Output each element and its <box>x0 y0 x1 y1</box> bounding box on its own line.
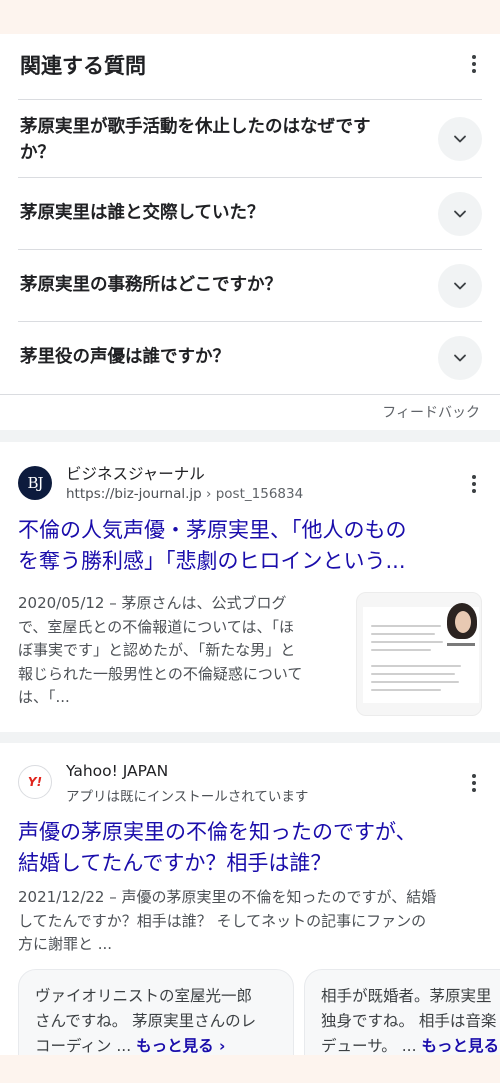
top-strip <box>0 0 500 34</box>
result-thumbnail[interactable] <box>356 592 482 716</box>
result-snippet: 2021/12/22 – 声優の茅原実里の不倫を知ったのですが、結婚 してたんで… <box>18 888 437 953</box>
search-result: Y! Yahoo! JAPAN アプリは既にインストールされています 声優の茅原… <box>0 743 500 1083</box>
question-text: 茅里役の声優は誰ですか？ <box>20 347 230 367</box>
result-title-link[interactable]: 声優の茅原実里の不倫を知ったのですが、 結婚してたんですか？相手は誰？ <box>18 817 480 879</box>
show-more-link[interactable]: もっと見る › <box>421 1037 500 1055</box>
related-questions-card: 関連する質問 茅原実里が歌手活動を休止したのはなぜです か？ 茅原実里は誰と交際し… <box>0 34 500 430</box>
result-title-link[interactable]: 不倫の人気声優・茅原実里、「他人のもの を奪う勝利感」「悲劇のヒロインという... <box>18 515 480 577</box>
chevron-down-icon[interactable] <box>438 117 482 161</box>
site-name[interactable]: Yahoo! JAPAN <box>66 762 168 780</box>
more-options-icon[interactable] <box>462 771 486 795</box>
chevron-down-icon[interactable] <box>438 192 482 236</box>
answer-text: 相手が既婚者。茅原実里 独身ですね。 相手は音楽 デューサ。 ... もっと見る… <box>321 984 500 1059</box>
bottom-strip <box>0 1055 500 1083</box>
divider <box>0 394 500 395</box>
site-favicon: BJ <box>18 466 52 500</box>
site-favicon: Y! <box>18 765 52 799</box>
question-item[interactable]: 茅里役の声優は誰ですか？ <box>18 321 482 394</box>
chevron-down-icon[interactable] <box>438 264 482 308</box>
site-url[interactable]: https://biz-journal.jp › post_156834 <box>66 486 303 502</box>
answer-text: ヴァイオリニストの室屋光一郎 さんですね。 茅原実里さんのレ コーディン ...… <box>35 987 257 1055</box>
question-text: 茅原実里の事務所はどこですか？ <box>20 275 282 295</box>
related-questions-title: 関連する質問 <box>20 54 146 78</box>
question-item[interactable]: 茅原実里の事務所はどこですか？ <box>18 249 482 321</box>
chevron-down-icon[interactable] <box>438 336 482 380</box>
more-options-icon[interactable] <box>462 52 486 76</box>
app-installed-note: アプリは既にインストールされています <box>66 789 309 805</box>
feedback-link[interactable]: フィードバック <box>382 402 480 422</box>
question-text: 茅原実里は誰と交際していた？ <box>20 203 265 223</box>
more-options-icon[interactable] <box>462 472 486 496</box>
question-item[interactable]: 茅原実里が歌手活動を休止したのはなぜです か？ <box>18 99 482 177</box>
result-snippet: 2020/05/12 – 茅原さんは、公式ブログ で、室屋氏との不倫報道について… <box>18 594 303 706</box>
search-result: BJ ビジネスジャーナル https://biz-journal.jp › po… <box>0 442 500 732</box>
question-item[interactable]: 茅原実里は誰と交際していた？ <box>18 177 482 249</box>
site-name[interactable]: ビジネスジャーナル <box>66 462 205 484</box>
question-text: 茅原実里が歌手活動を休止したのはなぜです か？ <box>20 117 371 163</box>
show-more-link[interactable]: もっと見る › <box>136 1037 225 1055</box>
